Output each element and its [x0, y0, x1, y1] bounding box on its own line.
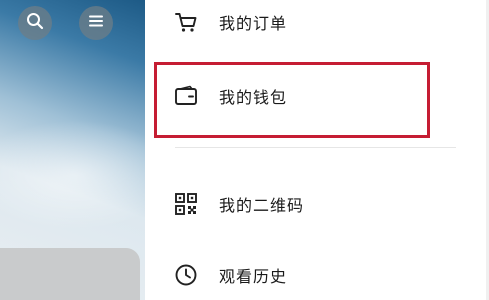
qrcode-icon	[173, 191, 199, 217]
search-button[interactable]	[18, 6, 52, 40]
menu-item-history-label: 观看历史	[219, 267, 288, 286]
cart-icon	[173, 9, 199, 35]
app-screen: 我的订单 我的钱包 我的二维码 观看历史	[0, 0, 489, 300]
menu-button[interactable]	[79, 6, 113, 40]
menu-item-history[interactable]: 观看历史	[173, 260, 287, 290]
menu-item-orders-label: 我的订单	[219, 14, 288, 33]
side-drawer: 我的订单 我的钱包 我的二维码 观看历史	[145, 0, 489, 300]
menu-icon	[86, 11, 106, 35]
background-card	[0, 248, 140, 300]
search-icon	[25, 11, 45, 35]
menu-item-qrcode[interactable]: 我的二维码	[173, 189, 304, 219]
menu-item-orders[interactable]: 我的订单	[173, 7, 287, 37]
background-image	[0, 120, 145, 230]
clock-icon	[173, 262, 199, 288]
menu-item-qrcode-label: 我的二维码	[219, 196, 305, 215]
background-page[interactable]	[0, 0, 145, 300]
highlight-box	[154, 62, 430, 138]
menu-divider	[175, 147, 456, 148]
